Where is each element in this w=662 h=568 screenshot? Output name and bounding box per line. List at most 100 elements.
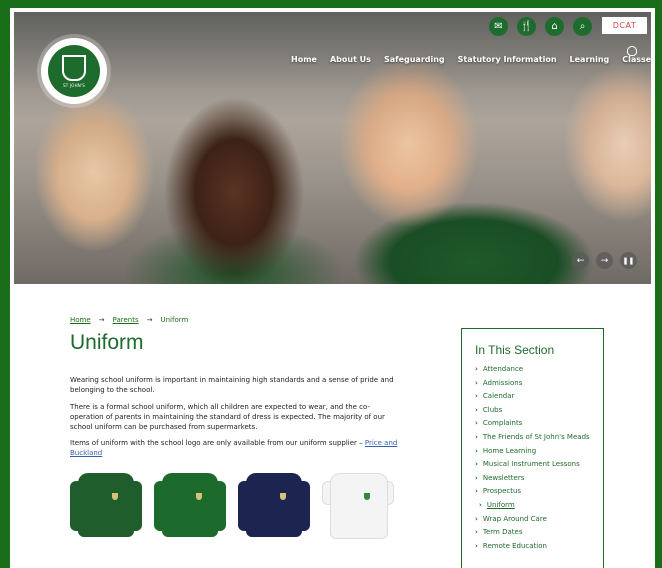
- sidebar-item-attendance[interactable]: › Attendance: [475, 365, 595, 374]
- uniform-paragraph: There is a formal school uniform, which …: [70, 403, 385, 431]
- nav-item-statutory-information[interactable]: Statutory Information: [458, 55, 557, 64]
- hero-slideshow: ST JOHN'S ✉ 🍴 ⌂ ⌕ DCAT Home About Us Safeguar…: [14, 12, 651, 284]
- chevron-right-icon: ›: [475, 473, 478, 482]
- nav-item-classes[interactable]: Classes: [622, 55, 651, 64]
- breadcrumb-home[interactable]: Home: [70, 316, 91, 324]
- breadcrumb-separator-icon: →: [98, 316, 105, 324]
- sidebar-item-wrap-around-care[interactable]: › Wrap Around Care: [475, 515, 595, 524]
- nav-item-learning[interactable]: Learning: [570, 55, 610, 64]
- main-nav: Home About Us Safeguarding Statutory Inform…: [291, 55, 651, 64]
- chevron-right-icon: ›: [475, 432, 478, 441]
- sidebar-item-prospectus[interactable]: › Prospectus: [475, 487, 595, 496]
- crest-shield-icon: [62, 54, 86, 81]
- sidebar-item-clubs[interactable]: › Clubs: [475, 406, 595, 415]
- breadcrumb-parents[interactable]: Parents: [113, 316, 139, 324]
- sidebar-item-uniform[interactable]: › Uniform: [479, 501, 595, 510]
- garment-body: [246, 473, 302, 537]
- uniform-product-images: [70, 467, 394, 542]
- supplier-text: Items of uniform with the school logo ar…: [70, 439, 365, 447]
- garment-body: [162, 473, 218, 537]
- sidebar-item-complaints[interactable]: › Complaints: [475, 419, 595, 428]
- sidebar-item-musical-instrument-lessons[interactable]: › Musical Instrument Lessons: [475, 460, 595, 469]
- chevron-right-icon: ›: [475, 392, 478, 401]
- school-logo-badge-icon: [112, 493, 118, 500]
- sidebar-item-label: The Friends of St John's Meads: [482, 432, 590, 441]
- sidebar-item-the-friends-of-st-john-s-meads[interactable]: › The Friends of St John's Meads: [475, 433, 595, 442]
- breadcrumb-current: Uniform: [160, 316, 189, 324]
- sidebar-item-label: Home Learning: [482, 446, 537, 455]
- sidebar-item-newsletters[interactable]: › Newsletters: [475, 474, 595, 483]
- sidebar-item-admissions[interactable]: › Admissions: [475, 379, 595, 388]
- intro-paragraph: Wearing school uniform is important in m…: [70, 376, 394, 394]
- hero-overlay: [14, 12, 651, 284]
- chevron-right-icon: ›: [475, 514, 478, 523]
- arrow-right-icon: →: [600, 255, 609, 266]
- product-image-sweatshirt: [154, 467, 226, 542]
- chevron-right-icon: ›: [475, 378, 478, 387]
- chevron-right-icon: ›: [475, 541, 478, 550]
- sidebar-list: › Attendance › Admissions › Calendar › Clubs › Co…: [475, 365, 595, 555]
- sidebar-item-label: Remote Education: [482, 541, 547, 550]
- supplier-paragraph: Items of uniform with the school logo ar…: [70, 438, 400, 458]
- search-icon: ⌕: [579, 21, 586, 32]
- section-sidebar: In This Section › Attendance › Admissions › C…: [461, 328, 604, 568]
- sidebar-item-label: Prospectus: [482, 487, 522, 496]
- chevron-right-icon: ›: [475, 365, 478, 373]
- product-image-navy-sweatshirt: [238, 467, 310, 542]
- garment-body: [330, 473, 388, 539]
- chevron-right-icon: ›: [479, 500, 482, 509]
- cutlery-icon: 🍴: [520, 21, 533, 32]
- sidebar-item-label: Uniform: [486, 500, 515, 509]
- sidebar-item-term-dates[interactable]: › Term Dates: [475, 528, 595, 537]
- breadcrumb-separator-icon: →: [146, 316, 153, 324]
- sidebar-item-calendar[interactable]: › Calendar: [475, 392, 595, 401]
- school-logo-badge-icon: [280, 493, 286, 500]
- page-title: Uniform: [70, 331, 144, 354]
- nav-item-safeguarding[interactable]: Safeguarding: [384, 55, 445, 64]
- nav-item-home[interactable]: Home: [291, 55, 317, 64]
- sidebar-item-label: Wrap Around Care: [482, 514, 547, 523]
- dcat-logo-link[interactable]: DCAT: [602, 17, 647, 34]
- garment-body: [78, 473, 134, 537]
- quick-links: ✉ 🍴 ⌂ ⌕: [489, 17, 592, 36]
- page-frame: ST JOHN'S ✉ 🍴 ⌂ ⌕ DCAT Home About Us Safeguar…: [10, 8, 655, 568]
- sidebar-item-label: Attendance: [482, 365, 524, 373]
- school-crest: ST JOHN'S: [48, 45, 100, 97]
- pause-slide-button[interactable]: ❚❚: [620, 252, 637, 269]
- quick-link-button[interactable]: 🍴: [517, 17, 536, 36]
- quick-link-button[interactable]: ⌕: [573, 17, 592, 36]
- sidebar-item-remote-education[interactable]: › Remote Education: [475, 542, 595, 551]
- arrow-left-icon: ←: [576, 255, 585, 266]
- product-image-cardigan: [70, 467, 142, 542]
- chevron-right-icon: ›: [475, 419, 478, 428]
- quick-link-button[interactable]: ✉: [489, 17, 508, 36]
- sidebar-item-label: Clubs: [482, 405, 503, 414]
- pause-icon: ❚❚: [622, 256, 635, 265]
- nav-item-about-us[interactable]: About Us: [330, 55, 371, 64]
- home-icon: ⌂: [551, 21, 558, 32]
- sidebar-item-home-learning[interactable]: › Home Learning: [475, 447, 595, 456]
- sidebar-item-label: Calendar: [482, 392, 515, 401]
- sidebar-item-label: Complaints: [482, 419, 523, 428]
- school-logo[interactable]: ST JOHN'S: [41, 38, 107, 104]
- prev-slide-button[interactable]: ←: [572, 252, 589, 269]
- mail-icon: ✉: [494, 21, 503, 32]
- logo-text: ST JOHN'S: [62, 82, 86, 88]
- sidebar-item-label: Term Dates: [482, 528, 523, 537]
- sidebar-item-label: Newsletters: [482, 473, 525, 482]
- school-logo-badge-icon: [196, 493, 202, 500]
- chevron-right-icon: ›: [475, 460, 478, 469]
- sidebar-item-label: Admissions: [482, 378, 523, 387]
- chevron-right-icon: ›: [475, 446, 478, 455]
- chevron-right-icon: ›: [475, 528, 478, 537]
- slideshow-controls: ← → ❚❚: [572, 252, 637, 269]
- product-image-polo-shirt: [322, 467, 394, 542]
- sidebar-item-label: Musical Instrument Lessons: [482, 460, 580, 469]
- chevron-right-icon: ›: [475, 487, 478, 496]
- breadcrumb: Home → Parents → Uniform: [70, 316, 188, 324]
- quick-link-button[interactable]: ⌂: [545, 17, 564, 36]
- next-slide-button[interactable]: →: [596, 252, 613, 269]
- school-logo-badge-icon: [364, 493, 370, 500]
- chevron-right-icon: ›: [475, 405, 478, 414]
- sidebar-title: In This Section: [475, 343, 555, 357]
